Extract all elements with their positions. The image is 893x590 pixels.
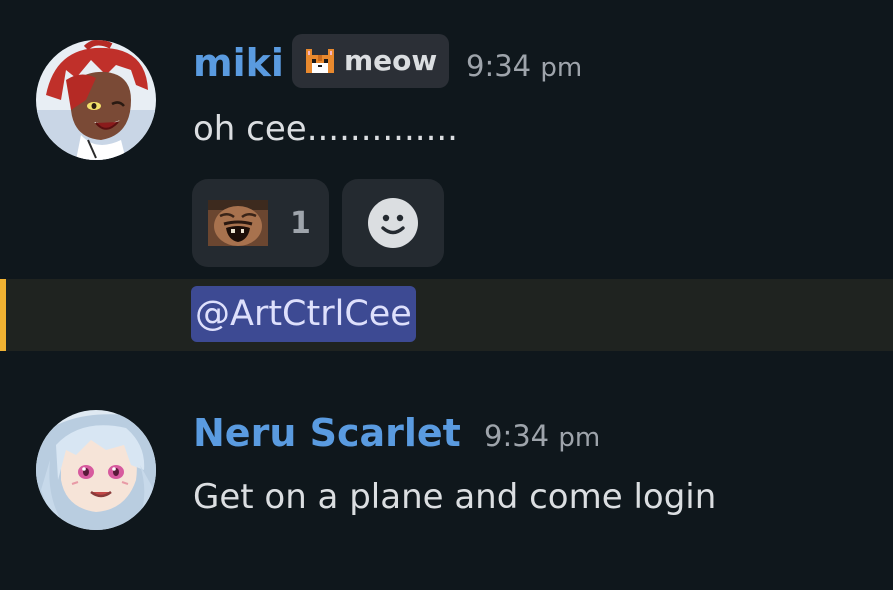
timestamp-ampm: pm	[558, 423, 601, 453]
add-reaction-button[interactable]	[342, 179, 444, 267]
mention-highlight-bar	[0, 279, 6, 351]
timestamp-neru-scarlet: 9:34 pm	[484, 419, 601, 453]
username-neru-scarlet[interactable]: Neru Scarlet	[193, 414, 461, 452]
timestamp-miki: 9:34 pm	[466, 49, 583, 83]
user-mention[interactable]: @ArtCtrlCee	[191, 286, 416, 342]
smiley-icon	[368, 198, 418, 248]
reaction-count: 1	[290, 205, 311, 241]
reaction-button[interactable]: 1	[192, 179, 329, 267]
laughing-man-emoji	[208, 200, 268, 246]
avatar-miki[interactable]	[36, 40, 156, 160]
username-miki[interactable]: miki	[193, 44, 284, 82]
message-text-miki: oh cee..............	[193, 109, 458, 149]
timestamp-ampm: pm	[540, 53, 583, 83]
cat-icon	[306, 49, 334, 73]
timestamp-time: 9:34	[484, 419, 550, 453]
message-text-neru-scarlet: Get on a plane and come login	[193, 477, 717, 517]
server-tag-badge[interactable]: meow	[292, 34, 450, 88]
avatar-neru-scarlet[interactable]	[36, 410, 156, 530]
timestamp-time: 9:34	[466, 49, 532, 83]
mention-message-row: @ArtCtrlCee	[0, 279, 893, 351]
server-tag-label: meow	[344, 44, 438, 77]
